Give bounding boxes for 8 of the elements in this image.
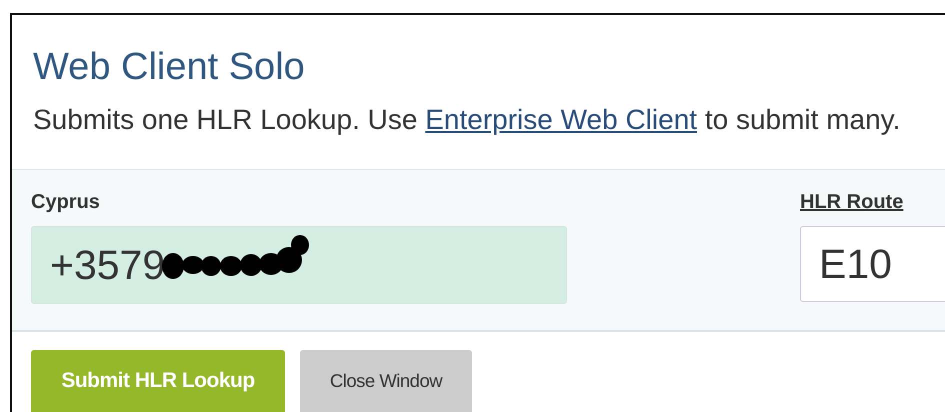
route-field[interactable]: E10 (800, 226, 945, 302)
country-label: Cyprus (31, 190, 101, 214)
phone-field[interactable]: +3579 (31, 226, 567, 304)
route-label: HLR Route (800, 190, 904, 214)
page-title: Web Client Solo (33, 45, 306, 89)
description-text: Submits one HLR Lookup. Use Enterprise Web Client to submit many. (33, 104, 902, 136)
close-button[interactable]: Close Window (300, 350, 472, 412)
enterprise-link[interactable]: Enterprise Web Client (425, 104, 698, 135)
